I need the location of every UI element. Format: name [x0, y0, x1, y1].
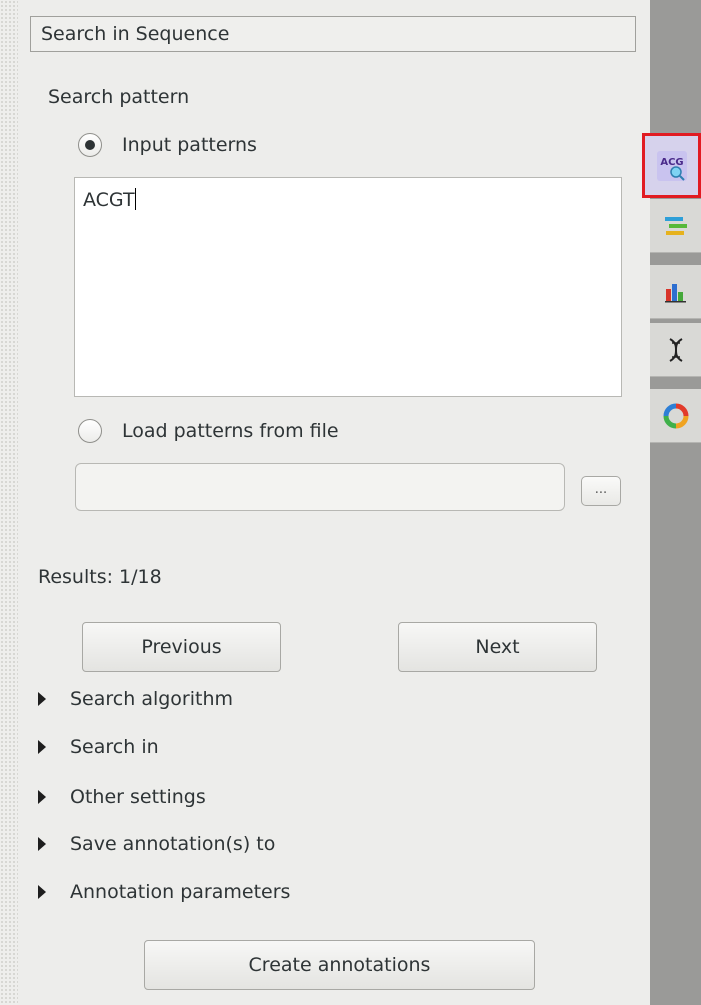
tab-annotations[interactable] [650, 199, 701, 253]
left-splitter[interactable] [0, 0, 18, 1005]
input-patterns-radio[interactable] [78, 133, 102, 157]
search-in-sequence-panel: Search in Sequence Search pattern Input … [18, 0, 650, 1005]
text-cursor [134, 188, 136, 210]
expander-search-algorithm[interactable]: Search algorithm [38, 688, 233, 710]
panel-title: Search in Sequence [30, 16, 636, 52]
expand-arrow-icon [38, 885, 46, 899]
tab-search-in-sequence[interactable]: ACG [642, 133, 701, 198]
input-patterns-label: Input patterns [122, 134, 257, 156]
create-annotations-button[interactable]: Create annotations [144, 940, 535, 990]
tab-dna-view[interactable] [650, 323, 701, 377]
tab-circular-view[interactable] [650, 389, 701, 443]
expand-arrow-icon [38, 837, 46, 851]
search-pattern-label: Search pattern [48, 86, 190, 108]
pattern-textarea[interactable]: ACGT [74, 177, 622, 397]
load-from-file-label: Load patterns from file [122, 420, 339, 442]
load-from-file-option[interactable]: Load patterns from file [78, 419, 339, 443]
expander-label: Save annotation(s) to [70, 833, 276, 855]
expander-label: Search in [70, 736, 159, 758]
expander-label: Other settings [70, 786, 206, 808]
expand-arrow-icon [38, 692, 46, 706]
expander-label: Search algorithm [70, 688, 234, 710]
tab-statistics[interactable] [650, 265, 701, 319]
annotations-icon [664, 216, 687, 235]
load-from-file-radio[interactable] [78, 419, 102, 443]
expander-label: Annotation parameters [70, 881, 291, 903]
file-path-input[interactable] [75, 463, 565, 511]
acg-search-icon: ACG [656, 150, 687, 181]
browse-file-button[interactable]: ... [581, 476, 621, 506]
results-counter: Results: 1/18 [38, 566, 162, 588]
previous-button[interactable]: Previous [82, 622, 281, 672]
next-button[interactable]: Next [398, 622, 597, 672]
circular-view-icon [663, 403, 688, 428]
right-tool-sidebar: ACG [642, 0, 701, 1005]
expander-other-settings[interactable]: Other settings [38, 786, 206, 808]
expander-search-in[interactable]: Search in [38, 736, 159, 758]
expand-arrow-icon [38, 740, 46, 754]
dna-icon [668, 337, 683, 362]
expander-save-annotations-to[interactable]: Save annotation(s) to [38, 833, 275, 855]
acg-icon-text: ACG [660, 157, 683, 168]
expander-annotation-parameters[interactable]: Annotation parameters [38, 881, 290, 903]
statistics-chart-icon [664, 283, 686, 302]
pattern-text: ACGT [83, 189, 135, 211]
input-patterns-option[interactable]: Input patterns [78, 133, 257, 157]
expand-arrow-icon [38, 790, 46, 804]
